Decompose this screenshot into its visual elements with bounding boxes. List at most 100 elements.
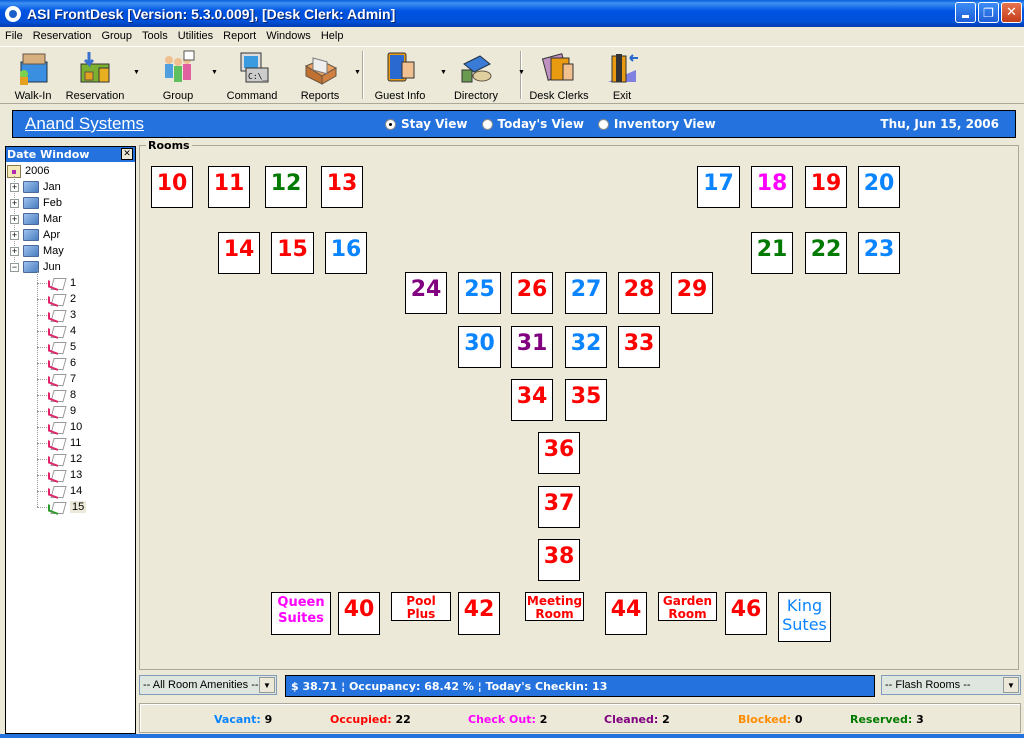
guest-info-button[interactable]: Guest Info xyxy=(370,47,430,103)
menu-report[interactable]: Report xyxy=(218,30,261,42)
menu-group[interactable]: Group xyxy=(96,30,137,42)
expand-icon[interactable]: + xyxy=(10,198,19,208)
room-10[interactable]: 10 xyxy=(151,166,193,208)
room-46[interactable]: 46 xyxy=(725,592,767,635)
menu-tools[interactable]: Tools xyxy=(137,30,173,42)
tree-day[interactable]: 15 xyxy=(48,499,87,515)
room-20[interactable]: 20 xyxy=(858,166,900,208)
room-28[interactable]: 28 xyxy=(618,272,660,314)
room-36[interactable]: 36 xyxy=(538,432,580,474)
room-19[interactable]: 19 xyxy=(805,166,847,208)
tree-day[interactable]: 2 xyxy=(48,291,76,307)
expand-icon[interactable]: + xyxy=(10,246,19,256)
room-16[interactable]: 16 xyxy=(325,232,367,274)
room-33[interactable]: 33 xyxy=(618,326,660,368)
tree-day[interactable]: 6 xyxy=(48,355,76,371)
stay-view-radio[interactable]: Stay View xyxy=(385,117,468,131)
tree-month-jan[interactable]: + Jan xyxy=(10,179,61,195)
tree-day[interactable]: 13 xyxy=(48,467,82,483)
close-date-window-button[interactable]: ✕ xyxy=(121,148,133,160)
tree-year[interactable]: 2006 xyxy=(6,163,49,179)
room-38[interactable]: 38 xyxy=(538,539,580,581)
room-29[interactable]: 29 xyxy=(671,272,713,314)
tree-month-jun[interactable]: − Jun xyxy=(10,259,61,275)
expand-icon[interactable]: + xyxy=(10,214,19,224)
room-15[interactable]: 15 xyxy=(271,232,314,274)
exit-button[interactable]: Exit xyxy=(602,47,642,103)
room-32[interactable]: 32 xyxy=(565,326,607,368)
guest-info-dropdown-icon[interactable]: ▼ xyxy=(440,69,447,76)
menu-file[interactable]: File xyxy=(0,30,28,42)
room-40[interactable]: 40 xyxy=(338,592,380,635)
flash-rooms-select[interactable]: -- Flash Rooms -- ▼ xyxy=(881,675,1021,695)
tree-month-mar[interactable]: + Mar xyxy=(10,211,62,227)
tree-day[interactable]: 5 xyxy=(48,339,76,355)
tree-day[interactable]: 1 xyxy=(48,275,76,291)
room-27[interactable]: 27 xyxy=(565,272,607,314)
room-queen-suites[interactable]: Queen Suites xyxy=(271,592,331,635)
group-button[interactable]: Group xyxy=(148,47,208,103)
company-link[interactable]: Anand Systems xyxy=(25,114,385,134)
menu-utilities[interactable]: Utilities xyxy=(173,30,218,42)
directory-dropdown-icon[interactable]: ▼ xyxy=(518,69,525,76)
restore-button[interactable]: ❐ xyxy=(978,2,999,23)
reports-dropdown-icon[interactable]: ▼ xyxy=(354,69,361,76)
menu-help[interactable]: Help xyxy=(316,30,349,42)
room-18[interactable]: 18 xyxy=(751,166,793,208)
menu-reservation[interactable]: Reservation xyxy=(28,30,97,42)
tree-day[interactable]: 12 xyxy=(48,451,82,467)
reservation-button[interactable]: Reservation xyxy=(62,47,128,103)
inventory-view-radio[interactable]: Inventory View xyxy=(597,117,716,131)
tree-month-feb[interactable]: + Feb xyxy=(10,195,62,211)
tree-day[interactable]: 8 xyxy=(48,387,76,403)
tree-day[interactable]: 7 xyxy=(48,371,76,387)
menu-windows[interactable]: Windows xyxy=(261,30,316,42)
tree-day[interactable]: 3 xyxy=(48,307,76,323)
room-11[interactable]: 11 xyxy=(208,166,250,208)
room-34[interactable]: 34 xyxy=(511,379,553,421)
group-dropdown-icon[interactable]: ▼ xyxy=(211,69,218,76)
directory-button[interactable]: Directory xyxy=(448,47,504,103)
walk-in-button[interactable]: Walk-In xyxy=(8,47,58,103)
tree-day[interactable]: 9 xyxy=(48,403,76,419)
reservation-dropdown-icon[interactable]: ▼ xyxy=(133,69,140,76)
expand-icon[interactable]: + xyxy=(10,230,19,240)
tree-day[interactable]: 10 xyxy=(48,419,82,435)
room-42[interactable]: 42 xyxy=(458,592,500,635)
desk-clerks-button[interactable]: Desk Clerks xyxy=(528,47,590,103)
room-26[interactable]: 26 xyxy=(511,272,553,314)
room-pool-plus[interactable]: Pool Plus xyxy=(391,592,451,621)
room-meeting-room[interactable]: Meeting Room xyxy=(525,592,584,621)
room-14[interactable]: 14 xyxy=(218,232,260,274)
command-button[interactable]: C:\_ Command xyxy=(224,47,280,103)
tree-day[interactable]: 11 xyxy=(48,435,81,451)
chevron-down-icon[interactable]: ▼ xyxy=(1003,677,1019,693)
room-13[interactable]: 13 xyxy=(321,166,363,208)
room-35[interactable]: 35 xyxy=(565,379,607,421)
room-31[interactable]: 31 xyxy=(511,326,553,368)
todays-view-radio[interactable]: Today's View xyxy=(481,117,584,131)
tree-day[interactable]: 4 xyxy=(48,323,76,339)
tree-month-may[interactable]: + May xyxy=(10,243,64,259)
chevron-down-icon[interactable]: ▼ xyxy=(259,677,275,693)
room-25[interactable]: 25 xyxy=(458,272,501,314)
room-21[interactable]: 21 xyxy=(751,232,793,274)
minimize-button[interactable] xyxy=(955,2,976,23)
room-garden-room[interactable]: Garden Room xyxy=(658,592,717,621)
room-30[interactable]: 30 xyxy=(458,326,501,368)
room-17[interactable]: 17 xyxy=(697,166,740,208)
room-23[interactable]: 23 xyxy=(858,232,900,274)
collapse-icon[interactable]: − xyxy=(10,262,19,272)
amenities-select[interactable]: -- All Room Amenities -- ▼ xyxy=(139,675,277,695)
room-37[interactable]: 37 xyxy=(538,486,580,528)
room-12[interactable]: 12 xyxy=(265,166,307,208)
tree-day[interactable]: 14 xyxy=(48,483,82,499)
reports-button[interactable]: Reports xyxy=(294,47,346,103)
room-22[interactable]: 22 xyxy=(805,232,847,274)
room-44[interactable]: 44 xyxy=(605,592,647,635)
expand-icon[interactable]: + xyxy=(10,182,19,192)
close-button[interactable]: ✕ xyxy=(1001,2,1022,23)
tree-month-apr[interactable]: + Apr xyxy=(10,227,60,243)
room-24[interactable]: 24 xyxy=(405,272,447,314)
room-king-sutes[interactable]: King Sutes xyxy=(778,592,831,642)
